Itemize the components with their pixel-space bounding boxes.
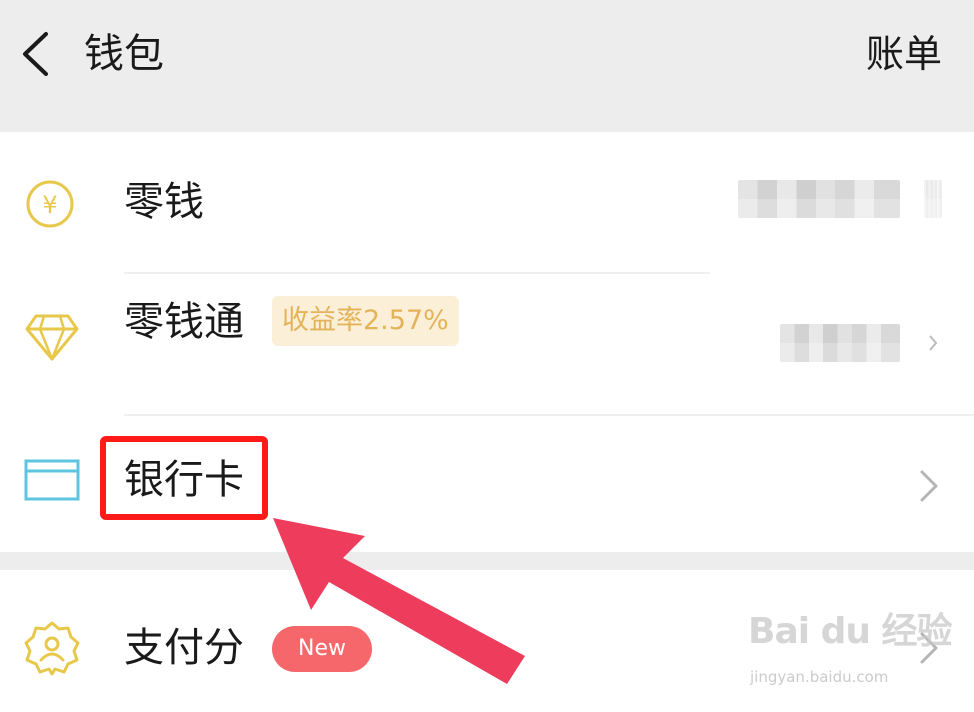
annotation-arrow-icon xyxy=(273,518,525,684)
bank-card-icon xyxy=(24,459,80,501)
annotation-highlight-box xyxy=(100,436,268,520)
back-button[interactable] xyxy=(10,26,60,82)
chevron-right-icon xyxy=(929,335,938,351)
nav-header: 钱包 账单 xyxy=(0,0,974,130)
chevron-blurred xyxy=(924,180,942,218)
bill-button[interactable]: 账单 xyxy=(866,28,942,80)
yuan-coin-icon: ¥ xyxy=(26,180,74,228)
wallet-item-label: 零钱通 xyxy=(124,299,244,345)
wallet-item-change[interactable]: ¥ 零钱 xyxy=(0,132,974,272)
chevron-right-icon xyxy=(920,470,938,502)
chevron-left-icon xyxy=(23,32,48,76)
wallet-item-change-plus[interactable]: 零钱通 收益率2.57% xyxy=(0,274,974,414)
watermark-url: jingyan.baidu.com xyxy=(750,668,889,686)
diamond-icon xyxy=(25,314,79,361)
wallet-item-label: 零钱 xyxy=(124,179,204,225)
wallet-item-label: 支付分 xyxy=(124,625,244,671)
page-title: 钱包 xyxy=(84,31,164,77)
payscore-badge-icon xyxy=(24,621,80,676)
yield-rate-badge: 收益率2.57% xyxy=(272,296,459,346)
baidu-watermark: Bai du 经验 jingyan.baidu.com xyxy=(748,602,953,692)
watermark-text: Bai du 经验 xyxy=(748,611,953,652)
balance-value-blurred xyxy=(738,180,900,218)
svg-text:¥: ¥ xyxy=(42,191,57,219)
balance-value-blurred xyxy=(780,324,900,362)
